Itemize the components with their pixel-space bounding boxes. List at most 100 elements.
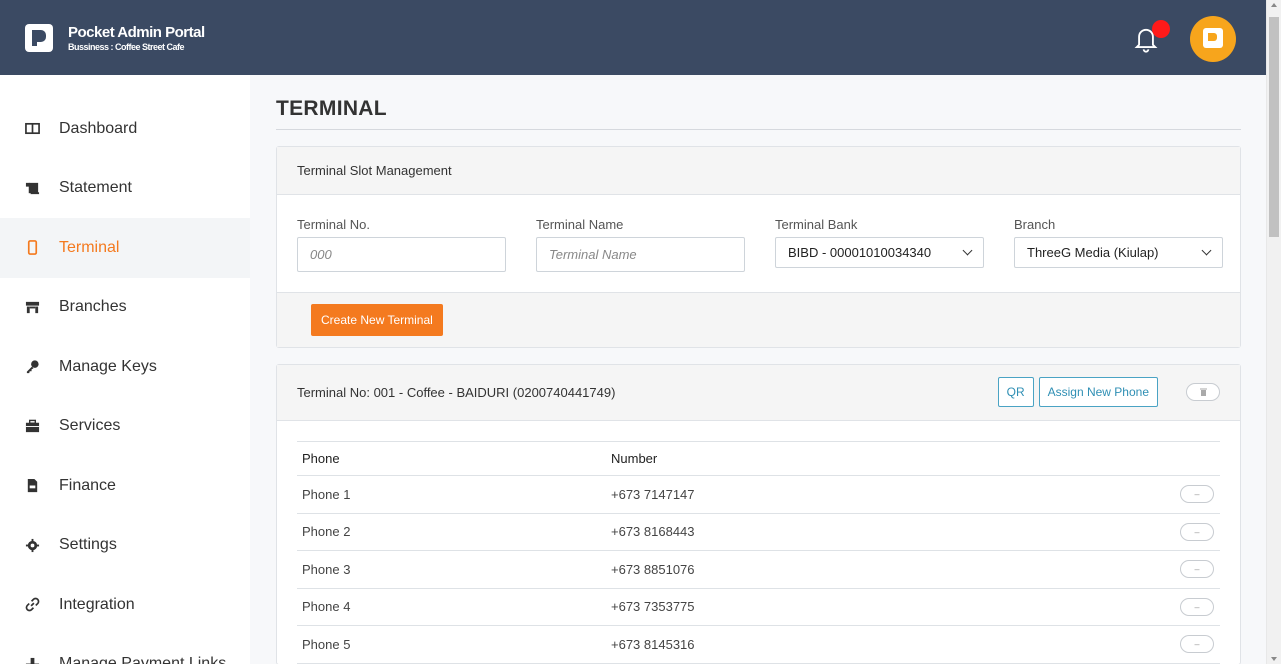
sidebar-item-manage-keys[interactable]: Manage Keys (0, 337, 250, 397)
minus-icon: – (1194, 489, 1200, 500)
assign-phone-button[interactable]: Assign New Phone (1038, 377, 1158, 407)
sidebar-item-label: Branches (59, 298, 127, 316)
notification-badge (1152, 20, 1170, 38)
terminal-bank-label: Terminal Bank (775, 217, 858, 232)
number-cell: +673 8168443 (606, 513, 1014, 551)
terminal-no-input[interactable]: 000 (297, 237, 506, 272)
action-cell: – (1013, 513, 1220, 551)
branch-value: ThreeG Media (Kiulap) (1027, 245, 1159, 260)
sidebar-item-integration[interactable]: Integration (0, 575, 250, 635)
remove-phone-button[interactable]: – (1180, 485, 1214, 504)
create-terminal-button[interactable]: Create New Terminal (311, 304, 443, 336)
notifications-button[interactable] (1132, 20, 1170, 54)
minus-icon: – (1194, 639, 1200, 650)
terminal-name-label: Terminal Name (536, 217, 624, 232)
branch-group: Branch ThreeG Media (Kiulap) (1014, 217, 1223, 272)
chevron-down-icon (962, 245, 973, 256)
table-row: Phone 3 +673 8851076 – (297, 550, 1220, 589)
header-actions (1132, 16, 1236, 62)
remove-phone-button[interactable]: – (1180, 635, 1214, 654)
link-icon (24, 597, 40, 613)
branch-select[interactable]: ThreeG Media (Kiulap) (1014, 237, 1223, 268)
column-header-actions (1013, 441, 1220, 476)
terminal-name-input[interactable]: Terminal Name (536, 237, 745, 272)
main-content: TERMINAL Terminal Slot Management Termin… (250, 75, 1266, 664)
avatar[interactable] (1190, 16, 1236, 62)
terminal-actions: QR Assign New Phone (997, 377, 1220, 407)
phone-cell: Phone 5 (297, 625, 606, 664)
number-cell: +673 7147147 (606, 475, 1014, 514)
sidebar-item-manage-payment-links[interactable]: Manage Payment Links (0, 635, 250, 664)
delete-terminal-button[interactable] (1186, 383, 1220, 401)
column-header: Number (606, 441, 1014, 476)
sidebar-item-label: Integration (59, 595, 135, 613)
store-icon (24, 299, 40, 315)
business-name: Bussiness : Coffee Street Cafe (68, 41, 185, 52)
minus-icon: – (1194, 526, 1200, 537)
action-cell: – (1013, 550, 1220, 589)
page-title: TERMINAL (276, 75, 1241, 130)
terminal-card-header: Terminal No: 001 - Coffee - BAIDURI (020… (277, 365, 1240, 421)
sidebar: Dashboard Statement Terminal Branches Ma… (0, 75, 250, 664)
app-title: Pocket Admin Portal (68, 23, 205, 41)
table-row: Phone 4 +673 7353775 – (297, 588, 1220, 626)
number-cell: +673 7353775 (606, 588, 1014, 626)
sidebar-item-label: Statement (59, 179, 132, 197)
mobile-icon (24, 240, 40, 256)
terminal-slot-card: Terminal Slot Management Terminal No. 00… (276, 146, 1241, 348)
key-icon (24, 359, 40, 375)
sidebar-item-terminal[interactable]: Terminal (0, 218, 250, 278)
columns-icon (24, 121, 40, 137)
file-invoice-icon (24, 478, 40, 494)
phone-table-wrap: Phone Number Phone 1 +673 7147147 – Phon… (277, 421, 1240, 664)
action-cell: – (1013, 625, 1220, 664)
terminal-bank-value: BIBD - 00001010034340 (788, 245, 932, 260)
pocket-logo-icon[interactable] (25, 23, 53, 52)
column-header: Phone (297, 441, 606, 476)
terminal-form: Terminal No. 000 Terminal Name Terminal … (277, 195, 1240, 292)
scroll-thumb[interactable] (1269, 17, 1279, 237)
sidebar-item-label: Finance (59, 476, 116, 494)
minus-icon: – (1194, 564, 1200, 575)
sidebar-item-statement[interactable]: Statement (0, 159, 250, 219)
branch-label: Branch (1014, 217, 1056, 232)
terminal-title: Terminal No: 001 - Coffee - BAIDURI (020… (297, 385, 616, 400)
sidebar-item-label: Terminal (59, 238, 120, 256)
remove-phone-button[interactable]: – (1180, 560, 1214, 579)
brand: Pocket Admin Portal Bussiness : Coffee S… (68, 24, 205, 52)
scroll-up-arrow-icon[interactable] (1271, 3, 1277, 7)
scroll-down-arrow-icon[interactable] (1271, 657, 1277, 661)
terminal-card: Terminal No: 001 - Coffee - BAIDURI (020… (276, 364, 1241, 664)
terminal-bank-select[interactable]: BIBD - 00001010034340 (775, 237, 984, 268)
minus-icon: – (1194, 601, 1200, 612)
terminal-name-group: Terminal Name Terminal Name (536, 217, 745, 272)
scroll-icon (24, 180, 40, 196)
sidebar-item-label: Manage Keys (59, 357, 157, 375)
sidebar-item-label: Dashboard (59, 119, 138, 137)
sidebar-item-branches[interactable]: Branches (0, 278, 250, 338)
table-row: Phone 5 +673 8145316 – (297, 625, 1220, 664)
sidebar-item-finance[interactable]: Finance (0, 456, 250, 516)
remove-phone-button[interactable]: – (1180, 597, 1214, 616)
action-cell: – (1013, 475, 1220, 514)
sidebar-item-label: Settings (59, 536, 117, 554)
qr-button[interactable]: QR (997, 377, 1034, 407)
page-scrollbar[interactable] (1266, 0, 1281, 664)
table-header-row: Phone Number (297, 441, 1220, 476)
phone-table: Phone Number Phone 1 +673 7147147 – Phon… (297, 441, 1220, 664)
tools-icon (24, 656, 40, 664)
sidebar-item-dashboard[interactable]: Dashboard (0, 99, 250, 159)
terminal-no-group: Terminal No. 000 (297, 217, 506, 272)
remove-phone-button[interactable]: – (1180, 522, 1214, 541)
terminal-bank-group: Terminal Bank BIBD - 00001010034340 (775, 217, 984, 272)
sidebar-item-label: Manage Payment Links (59, 655, 227, 664)
sidebar-item-services[interactable]: Services (0, 397, 250, 457)
sidebar-item-settings[interactable]: Settings (0, 516, 250, 576)
phone-cell: Phone 3 (297, 550, 606, 589)
number-cell: +673 8851076 (606, 550, 1014, 589)
phone-cell: Phone 2 (297, 513, 606, 551)
sidebar-item-label: Services (59, 417, 121, 435)
card-footer: Create New Terminal (277, 292, 1240, 347)
top-header: Pocket Admin Portal Bussiness : Coffee S… (0, 0, 1266, 75)
card-title: Terminal Slot Management (277, 147, 1240, 195)
